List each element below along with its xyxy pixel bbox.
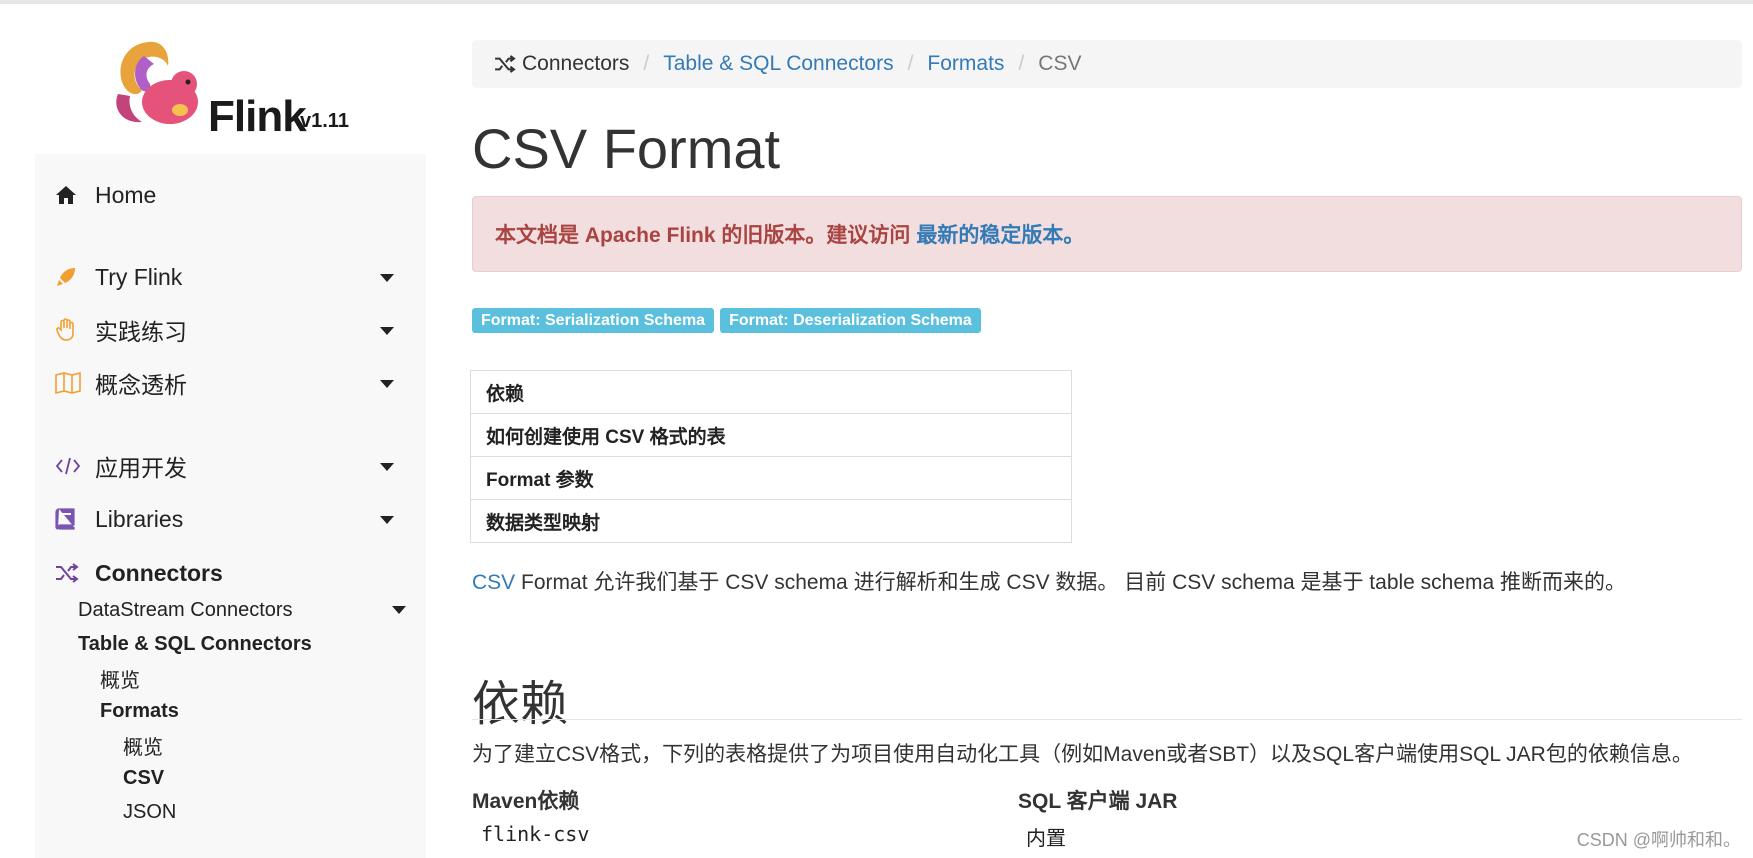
table-cell-sql-jar: 内置: [1026, 828, 1066, 850]
alert-text: 本文档是 Apache Flink 的旧版本。建议访问: [495, 224, 911, 247]
book-icon: [55, 504, 89, 534]
table-header-maven: Maven依赖: [472, 790, 580, 813]
sidebar-item-label: DataStream Connectors: [78, 598, 293, 621]
sidebar-item-label: 概览: [100, 669, 140, 692]
caret-down-icon: [380, 327, 394, 335]
heading-divider: [472, 719, 1742, 720]
latest-stable-version-link[interactable]: 最新的稳定版本。: [916, 219, 1084, 249]
shuffle-icon: [495, 55, 516, 73]
intro-paragraph: CSV Format 允许我们基于 CSV schema 进行解析和生成 CSV…: [472, 566, 1626, 596]
top-border: [0, 0, 1753, 4]
sidebar-item-formats[interactable]: Formats: [100, 696, 440, 726]
sidebar-item-formats-overview[interactable]: 概览: [123, 730, 463, 760]
book-open-icon: [55, 368, 89, 398]
sidebar-item-label: Formats: [100, 699, 179, 722]
sidebar-item-table-sql-connectors[interactable]: Table & SQL Connectors: [78, 629, 418, 659]
breadcrumb-formats[interactable]: Formats: [927, 52, 1004, 76]
toc-item-format-options[interactable]: Format 参数: [471, 457, 1071, 500]
breadcrumb-separator: /: [907, 52, 914, 75]
breadcrumb-separator: /: [1018, 52, 1025, 75]
table-cell-maven-dependency: flink-csv: [481, 822, 590, 846]
sidebar-item-overview[interactable]: 概览: [100, 663, 440, 693]
caret-down-icon: [380, 463, 394, 471]
csv-link[interactable]: CSV: [472, 571, 515, 594]
hand-icon: [55, 315, 89, 345]
sidebar-item-libraries[interactable]: Libraries: [55, 501, 406, 537]
sidebar: Home Try Flink 实践练习 概念透析 应用开发 Libraries: [35, 154, 426, 858]
breadcrumb-current: CSV: [1038, 52, 1082, 75]
sidebar-item-concepts[interactable]: 概念透析: [55, 365, 406, 401]
squirrel-logo-icon: [116, 41, 198, 124]
csdn-watermark: CSDN @啊帅和和。: [1576, 830, 1741, 850]
dependencies-description: 为了建立CSV格式，下列的表格提供了为项目使用自动化工具（例如Maven或者SB…: [472, 743, 1693, 766]
home-icon: [55, 180, 89, 210]
sidebar-item-label: 实践练习: [95, 319, 187, 345]
dependencies-heading: 依赖: [472, 678, 569, 731]
code-icon: [55, 451, 89, 481]
sidebar-item-label: Connectors: [95, 559, 223, 586]
badge-deserialization-schema: Format: Deserialization Schema: [720, 308, 981, 333]
sidebar-item-try-flink[interactable]: Try Flink: [55, 259, 406, 295]
caret-down-icon: [392, 606, 406, 614]
sidebar-item-label: JSON: [123, 800, 177, 823]
sidebar-item-json[interactable]: JSON: [123, 797, 463, 827]
rocket-icon: [55, 262, 89, 292]
sidebar-item-label: Table & SQL Connectors: [78, 632, 312, 655]
sidebar-item-label: 概念透析: [95, 372, 187, 398]
intro-text: Format 允许我们基于 CSV schema 进行解析和生成 CSV 数据。…: [515, 571, 1627, 594]
breadcrumb-root[interactable]: Connectors: [494, 52, 629, 76]
badge-serialization-schema: Format: Serialization Schema: [472, 308, 715, 333]
table-header-sql-client-jar: SQL 客户端 JAR: [1018, 790, 1178, 813]
sidebar-item-label: 应用开发: [95, 455, 187, 481]
sidebar-item-label: Libraries: [95, 505, 184, 532]
toc-item-create-table[interactable]: 如何创建使用 CSV 格式的表: [471, 414, 1071, 457]
sidebar-item-label: Try Flink: [95, 263, 183, 290]
sidebar-item-home[interactable]: Home: [55, 177, 406, 213]
format-badges: Format: Serialization Schema Format: Des…: [472, 308, 987, 333]
sidebar-item-datastream-connectors[interactable]: DataStream Connectors: [78, 595, 418, 625]
page-title: CSV Format: [472, 117, 781, 180]
shuffle-icon: [55, 558, 89, 588]
breadcrumb-separator: /: [643, 52, 650, 75]
old-version-alert: 本文档是 Apache Flink 的旧版本。建议访问 最新的稳定版本。: [472, 196, 1742, 272]
breadcrumb: Connectors / Table & SQL Connectors / Fo…: [472, 40, 1742, 88]
table-of-contents: 依赖 如何创建使用 CSV 格式的表 Format 参数 数据类型映射: [470, 370, 1072, 543]
sidebar-item-label: 概览: [123, 736, 163, 759]
sidebar-item-label: CSV: [123, 766, 165, 789]
toc-item-dependencies[interactable]: 依赖: [471, 371, 1071, 414]
caret-down-icon: [380, 274, 394, 282]
logo-version: v1.11: [300, 110, 349, 132]
sidebar-item-csv[interactable]: CSV: [123, 763, 463, 793]
sidebar-item-app-dev[interactable]: 应用开发: [55, 448, 406, 484]
flink-logo[interactable]: Flink v1.11: [108, 32, 368, 142]
breadcrumb-root-label: Connectors: [522, 52, 630, 75]
toc-item-data-type-mapping[interactable]: 数据类型映射: [471, 500, 1071, 542]
sidebar-item-connectors[interactable]: Connectors: [55, 555, 406, 591]
breadcrumb-table-sql[interactable]: Table & SQL Connectors: [663, 52, 893, 76]
logo-text: Flink: [208, 92, 307, 141]
sidebar-item-practice[interactable]: 实践练习: [55, 312, 406, 348]
caret-down-icon: [380, 380, 394, 388]
sidebar-item-label: Home: [95, 181, 157, 208]
caret-down-icon: [380, 516, 394, 524]
